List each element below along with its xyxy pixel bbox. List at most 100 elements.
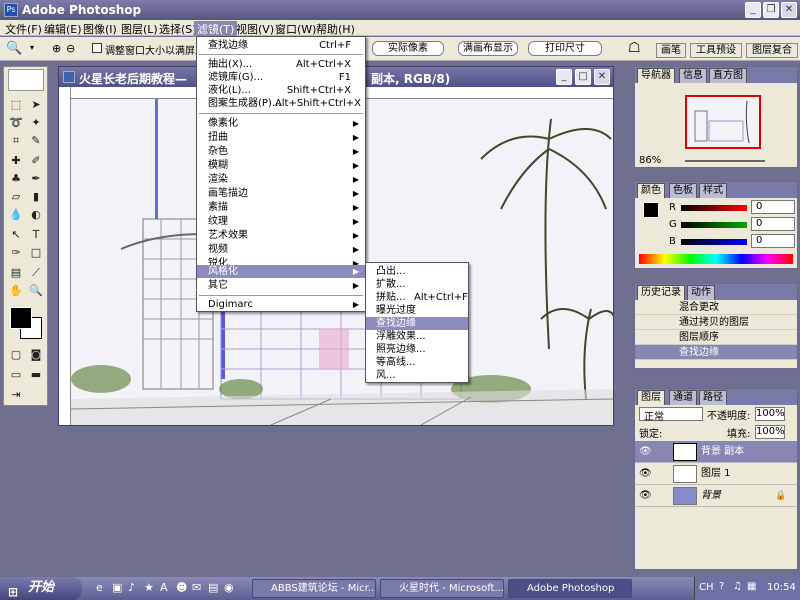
history-brush-icon[interactable]: ✒	[27, 171, 45, 187]
channel-r-value[interactable]: 0	[751, 200, 795, 214]
tab-info[interactable]: 信息	[679, 68, 707, 83]
quicklaunch-media-icon[interactable]: ♪	[128, 581, 135, 594]
stylize-solarize[interactable]: 曝光过度	[366, 304, 468, 317]
chevron-down-icon[interactable]: ▾	[30, 43, 34, 52]
filter-render[interactable]: 渲染 ▶	[197, 173, 365, 186]
stamp-tool-icon[interactable]: ♣	[7, 171, 25, 187]
filter-sketch[interactable]: 素描 ▶	[197, 201, 365, 214]
language-indicator[interactable]: CH	[699, 582, 714, 593]
hand-tool-icon[interactable]: ✋	[7, 283, 25, 299]
layer-row[interactable]: 👁 背景 🔒	[635, 485, 797, 507]
full-screen-icon[interactable]: ▬	[27, 367, 45, 383]
blur-tool-icon[interactable]: 💧	[7, 207, 25, 223]
filter-blur[interactable]: 模糊 ▶	[197, 159, 365, 172]
lasso-tool-icon[interactable]: ➰	[7, 115, 25, 131]
crop-tool-icon[interactable]: ⌗	[7, 133, 25, 149]
jump-to-imageready-icon[interactable]: ⇥	[7, 387, 25, 403]
filter-noise[interactable]: 杂色 ▶	[197, 145, 365, 158]
zoom-in-icon[interactable]: ⊕	[52, 42, 61, 55]
eyedropper-icon[interactable]: ⟋	[27, 265, 45, 281]
history-item[interactable]: 通过拷贝的图层	[635, 315, 797, 330]
zoom-tool-icon[interactable]: 🔍	[6, 41, 22, 56]
tab-actions[interactable]: 动作	[687, 285, 715, 300]
quicklaunch-app-icon[interactable]: ☻	[176, 581, 187, 594]
channel-b-value[interactable]: 0	[751, 234, 795, 248]
color-fg-swatch[interactable]	[643, 202, 659, 218]
menu-filter[interactable]: 滤镜(T)	[194, 21, 238, 37]
brush-tool-icon[interactable]: ✐	[27, 153, 45, 169]
menu-file[interactable]: 文件(F)	[2, 21, 45, 37]
pen-tool-icon[interactable]: ✑	[7, 245, 25, 261]
task-hxsd[interactable]: 火星时代 - Microsoft...	[380, 579, 504, 598]
tab-paths[interactable]: 路径	[699, 390, 727, 405]
doc-minimize-button[interactable]: _	[556, 69, 572, 85]
dodge-tool-icon[interactable]: ◐	[27, 207, 45, 223]
tab-navigator[interactable]: 导航器	[637, 68, 675, 83]
stylize-extrude[interactable]: 凸出...	[366, 265, 468, 278]
filter-texture[interactable]: 纹理 ▶	[197, 215, 365, 228]
close-button[interactable]: ✕	[781, 2, 797, 18]
quicklaunch-app-icon[interactable]: A	[160, 581, 168, 594]
palette-tab-brushes[interactable]: 画笔	[656, 43, 686, 58]
tab-history[interactable]: 历史记录	[637, 285, 685, 300]
screen-mode-icon[interactable]: ▭	[7, 367, 25, 383]
filter-pixelate[interactable]: 像素化 ▶	[197, 117, 365, 130]
vertical-ruler[interactable]	[59, 87, 71, 425]
title-bar[interactable]: Ps Adobe Photoshop _ ❐ ✕	[0, 0, 800, 20]
adobe-logo-icon[interactable]	[8, 69, 44, 91]
filter-brush-strokes[interactable]: 画笔描边 ▶	[197, 187, 365, 200]
channel-g-slider[interactable]	[681, 222, 747, 228]
filter-stylize[interactable]: 风格化 ▶	[197, 265, 365, 278]
channel-r-slider[interactable]	[681, 205, 747, 211]
minimize-button[interactable]: _	[745, 2, 761, 18]
foreground-color-swatch[interactable]	[10, 307, 32, 329]
stylize-diffuse[interactable]: 扩散...	[366, 278, 468, 291]
eye-icon[interactable]: 👁	[639, 441, 652, 463]
quicklaunch-ie-icon[interactable]: e	[96, 581, 103, 594]
filter-pattern-maker[interactable]: 图案生成器(P)... Alt+Shift+Ctrl+X	[197, 97, 365, 110]
task-photoshop[interactable]: Adobe Photoshop	[508, 579, 632, 598]
color-ramp[interactable]	[639, 254, 793, 264]
stylize-trace-contour[interactable]: 等高线...	[366, 356, 468, 369]
channel-b-slider[interactable]	[681, 239, 747, 245]
doc-maximize-button[interactable]: □	[575, 69, 591, 85]
print-size-button[interactable]: 打印尺寸	[528, 41, 602, 56]
menu-image[interactable]: 图像(I)	[80, 21, 120, 37]
filter-last-item[interactable]: 查找边缘 Ctrl+F	[197, 39, 365, 52]
filter-artistic[interactable]: 艺术效果 ▶	[197, 229, 365, 242]
move-tool-icon[interactable]: ➤	[27, 97, 45, 113]
fill-input[interactable]: 100%	[755, 425, 785, 439]
quicklaunch-app-icon[interactable]: ★	[144, 581, 154, 594]
tab-swatches[interactable]: 色板	[669, 183, 697, 198]
notes-tool-icon[interactable]: ▤	[7, 265, 25, 281]
restore-button[interactable]: ❐	[763, 2, 779, 18]
filter-distort[interactable]: 扭曲 ▶	[197, 131, 365, 144]
tab-layers[interactable]: 图层	[637, 390, 665, 405]
filter-digimarc[interactable]: Digimarc ▶	[197, 298, 365, 311]
shape-tool-icon[interactable]: □	[27, 245, 45, 261]
slice-tool-icon[interactable]: ✎	[27, 133, 45, 149]
filter-video[interactable]: 视频 ▶	[197, 243, 365, 256]
quicklaunch-app-icon[interactable]: ▤	[208, 581, 218, 594]
quicklaunch-app-icon[interactable]: ◉	[224, 581, 234, 594]
tab-color[interactable]: 颜色	[637, 183, 665, 198]
fit-screen-button[interactable]: 满画布显示	[458, 41, 518, 56]
eye-icon[interactable]: 👁	[639, 463, 652, 485]
quicklaunch-app-icon[interactable]: ✉	[192, 581, 201, 594]
palette-well-icon[interactable]: ☖	[628, 40, 641, 56]
stylize-find-edges[interactable]: 查找边缘	[366, 317, 468, 330]
stylize-wind[interactable]: 风...	[366, 369, 468, 382]
history-item[interactable]: 混合更改	[635, 300, 797, 315]
doc-close-button[interactable]: ✕	[594, 69, 610, 85]
help-icon[interactable]: ?	[719, 581, 724, 592]
filter-liquify[interactable]: 液化(L)... Shift+Ctrl+X	[197, 84, 365, 97]
quicklaunch-desktop-icon[interactable]: ▣	[112, 581, 122, 594]
network-icon[interactable]: ▦	[747, 581, 756, 592]
start-button[interactable]: ⊞ 开始	[0, 577, 82, 600]
tab-styles[interactable]: 样式	[699, 183, 727, 198]
zoom-out-icon[interactable]: ⊖	[66, 42, 75, 55]
quick-mask-icon[interactable]: ◙	[27, 347, 45, 363]
palette-tab-tool-presets[interactable]: 工具预设	[690, 43, 742, 58]
eye-icon[interactable]: 👁	[639, 485, 652, 507]
filter-other[interactable]: 其它 ▶	[197, 279, 365, 292]
